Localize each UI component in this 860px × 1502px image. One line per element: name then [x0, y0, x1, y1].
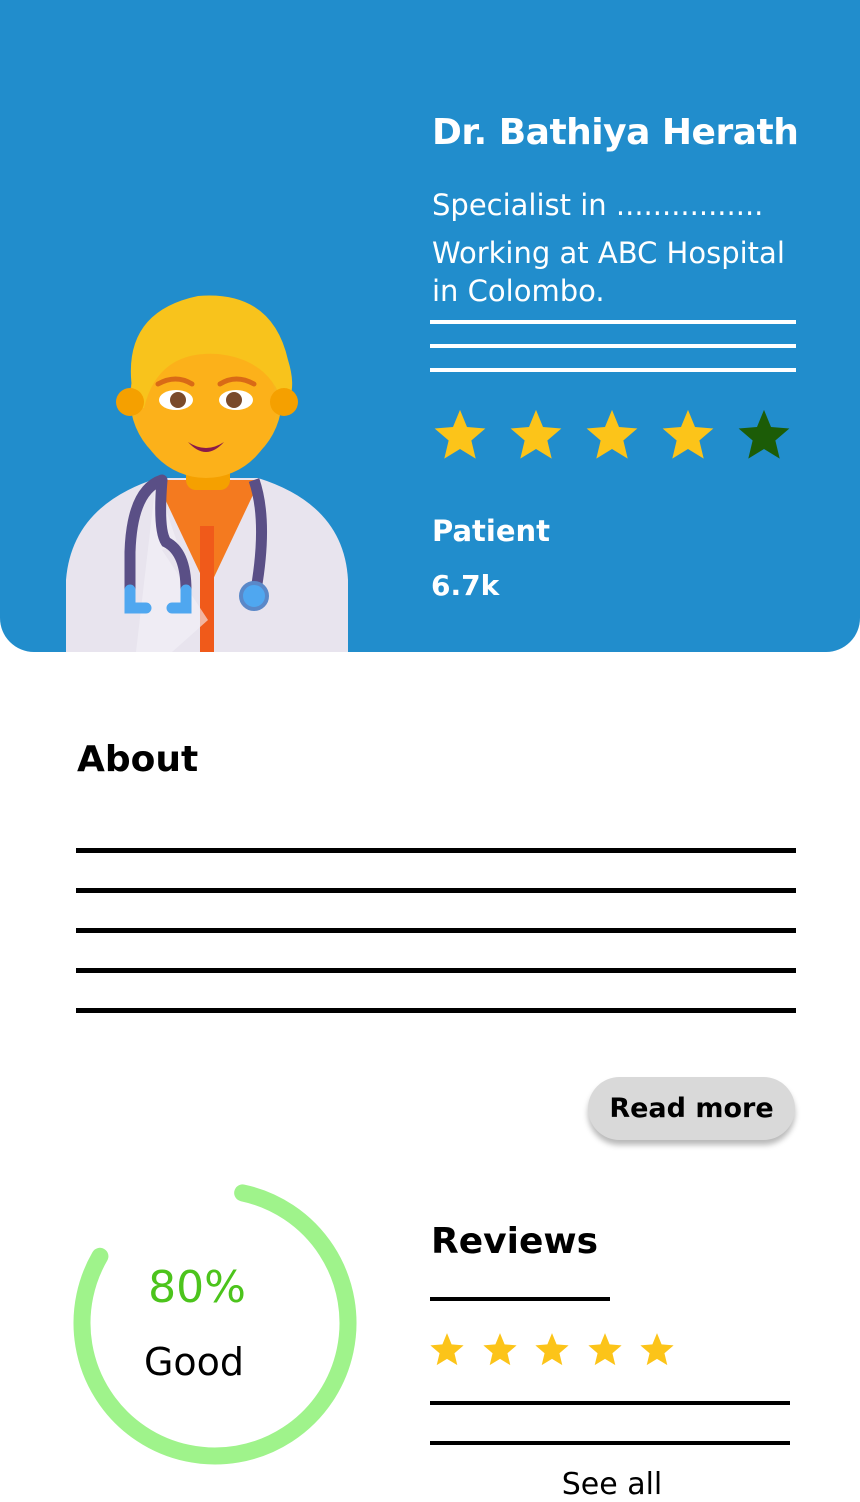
star-filled-icon	[482, 1333, 517, 1366]
doctor-rating-stars	[431, 406, 811, 462]
doctor-workplace-line1: Working at ABC Hospital	[432, 236, 785, 270]
star-filled-icon	[587, 1333, 622, 1366]
score-label: Good	[143, 1340, 245, 1384]
star-filled-icon	[434, 409, 486, 459]
about-placeholder-line	[76, 968, 796, 973]
divider	[430, 368, 796, 372]
star-filled-icon	[640, 1333, 674, 1366]
star-filled-icon	[430, 1333, 464, 1366]
reviews-rating-stars	[428, 1330, 691, 1368]
score-progress-ring	[73, 1181, 357, 1465]
star-filled-icon	[662, 409, 714, 459]
reviews-underline	[430, 1297, 610, 1301]
about-placeholder-line	[76, 888, 796, 893]
about-placeholder-line	[76, 928, 796, 933]
patient-count: 6.7k	[431, 569, 500, 602]
star-empty-icon	[738, 409, 790, 459]
star-filled-icon	[586, 409, 638, 459]
about-placeholder-line	[76, 1008, 796, 1013]
doctor-workplace-line2: in Colombo.	[432, 274, 605, 308]
see-all-link[interactable]: See all	[430, 1467, 794, 1502]
patient-label: Patient	[432, 514, 551, 548]
reviews-heading: Reviews	[431, 1221, 599, 1262]
doctor-name: Dr. Bathiya Herath	[432, 112, 799, 153]
doctor-specialty: Specialist in ................	[432, 188, 764, 222]
score-percent: 80%	[148, 1262, 246, 1313]
divider	[430, 344, 796, 348]
about-placeholder-line	[76, 848, 796, 853]
review-placeholder-line	[430, 1401, 790, 1405]
star-filled-icon	[535, 1333, 569, 1366]
read-more-button[interactable]: Read more	[588, 1077, 795, 1140]
doctor-emoji-icon	[66, 295, 348, 652]
star-filled-icon	[510, 409, 562, 459]
review-placeholder-line	[430, 1441, 790, 1445]
about-heading: About	[77, 739, 199, 780]
divider	[430, 320, 796, 324]
doctor-header-card: Dr. Bathiya Herath Specialist in .......…	[0, 0, 860, 652]
